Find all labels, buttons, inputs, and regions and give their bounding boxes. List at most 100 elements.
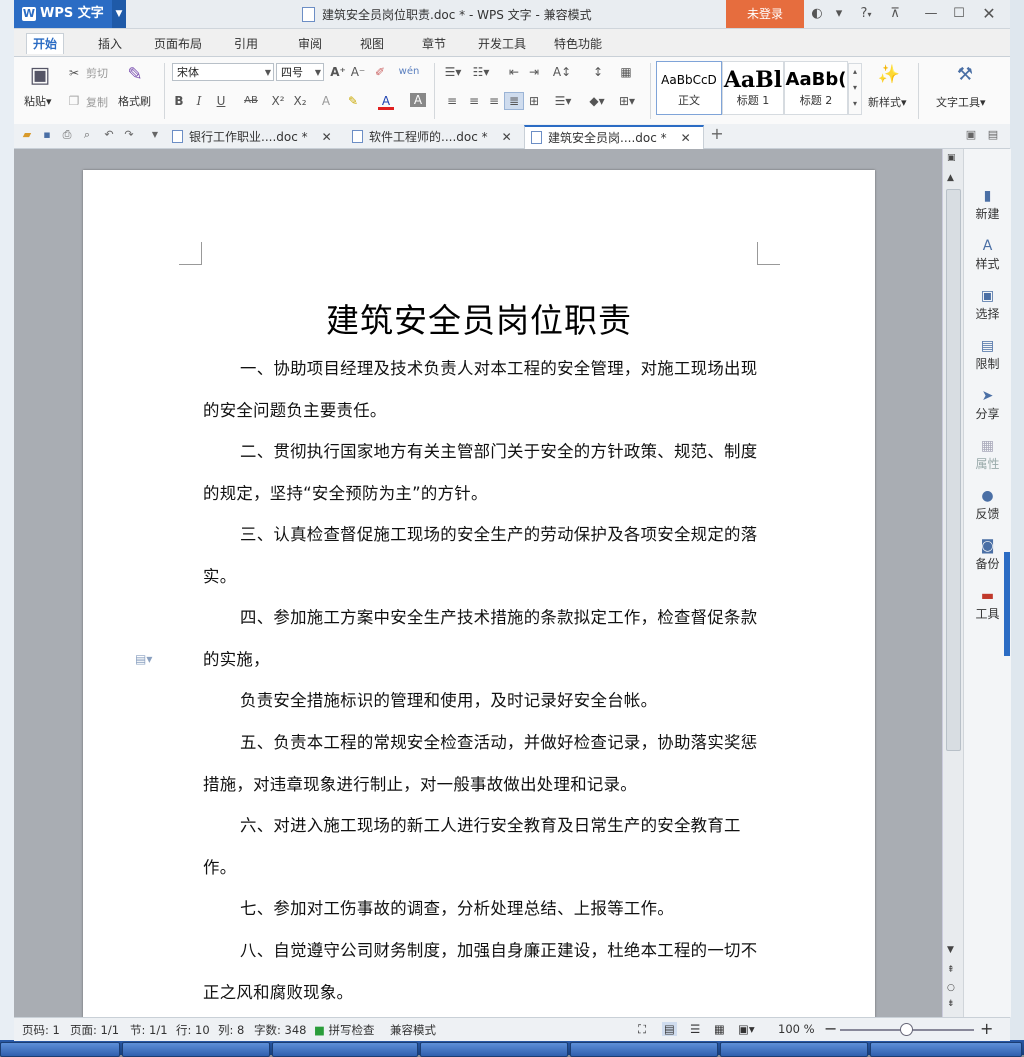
text-tools-icon[interactable]: ⚒ xyxy=(952,63,978,87)
align-center-icon[interactable]: ≡ xyxy=(466,93,482,109)
tab-list-icon[interactable]: ▣ xyxy=(964,128,978,142)
zoom-slider-handle[interactable] xyxy=(900,1023,913,1036)
tab-review[interactable]: 审阅 xyxy=(292,34,328,54)
document-page[interactable]: 建筑安全员岗位职责 一、协助项目经理及技术负责人对本工程的安全管理，对施工现场出… xyxy=(83,170,875,1030)
new-style-button[interactable]: 新样式▾ xyxy=(868,94,907,110)
sidebar-item-style[interactable]: A 样式 xyxy=(964,237,1011,272)
sidebar-item-share[interactable]: ➤ 分享 xyxy=(964,387,1011,422)
save-icon[interactable]: ▪ xyxy=(40,128,54,142)
app-menu-button[interactable]: W WPS 文字 xyxy=(14,0,124,28)
style-heading-1[interactable]: AaBl 标题 1 xyxy=(722,61,784,115)
help-button[interactable]: ?▾ xyxy=(854,4,878,24)
strikethrough-icon[interactable]: AB xyxy=(240,93,262,109)
tab-developer[interactable]: 开发工具 xyxy=(472,34,532,54)
sidebar-item-properties[interactable]: ▦ 属性 xyxy=(964,437,1011,472)
zoom-in-icon[interactable]: + xyxy=(980,1019,993,1038)
copy-icon[interactable]: ❐ xyxy=(66,93,82,109)
format-painter-button[interactable]: 格式刷 xyxy=(118,93,151,109)
scroll-up-icon[interactable]: ▲ xyxy=(947,173,954,183)
font-size-select[interactable]: 四号 ▼ xyxy=(276,63,324,81)
tab-chapter[interactable]: 章节 xyxy=(416,34,452,54)
distributed-icon[interactable]: ⊞ xyxy=(526,93,542,109)
minimize-icon[interactable]: — xyxy=(922,4,940,24)
vertical-scrollbar[interactable]: ▣ ▲ ▼ ⇞ ○ ⇟ xyxy=(942,149,963,1017)
scissors-icon[interactable]: ✂ xyxy=(66,65,82,81)
outline-view-icon[interactable]: ☰ xyxy=(690,1022,700,1036)
previous-page-icon[interactable]: ⇞ xyxy=(947,965,955,975)
decrease-indent-icon[interactable]: ⇤ xyxy=(506,64,522,80)
open-folder-icon[interactable]: ▰ xyxy=(20,128,34,142)
new-style-icon[interactable]: ✨ xyxy=(876,63,902,87)
skin-icon[interactable]: ◐ xyxy=(808,4,826,24)
next-page-icon[interactable]: ⇟ xyxy=(947,999,955,1009)
chevron-down-icon[interactable]: ▼ xyxy=(148,128,162,142)
highlight-icon[interactable]: ✎ xyxy=(344,93,362,109)
undo-icon[interactable]: ↶ xyxy=(102,128,116,142)
print-icon[interactable]: ⎙ xyxy=(60,128,74,142)
web-view-icon[interactable]: ▦ xyxy=(714,1022,725,1036)
sidebar-item-feedback[interactable]: ● 反馈 xyxy=(964,487,1011,522)
tab-special-features[interactable]: 特色功能 xyxy=(548,34,608,54)
format-painter-icon[interactable]: ✎ xyxy=(124,63,146,87)
page-view-icon[interactable]: ▤ xyxy=(662,1022,677,1036)
chevron-down-icon[interactable]: ▼ xyxy=(112,0,126,28)
italic-icon[interactable]: I xyxy=(192,93,206,109)
subscript-icon[interactable]: X₂ xyxy=(292,93,308,109)
doc-tab[interactable]: 软件工程师的....doc * ✕ xyxy=(346,126,524,148)
justify-icon[interactable]: ≣ xyxy=(504,92,524,110)
sidebar-item-restrict[interactable]: ▤ 限制 xyxy=(964,337,1011,372)
status-word-count[interactable]: 字数: 348 xyxy=(254,1022,306,1038)
login-button[interactable]: 未登录 xyxy=(726,0,804,28)
doc-tab-active[interactable]: 建筑安全员岗....doc * ✕ xyxy=(524,125,704,150)
shirt-icon[interactable]: ▾ xyxy=(830,4,848,24)
close-icon[interactable]: ✕ xyxy=(681,131,691,145)
side-panel-handle[interactable] xyxy=(1004,552,1010,656)
sidebar-item-new[interactable]: ▮ 新建 xyxy=(964,187,1011,222)
shrink-font-icon[interactable]: A⁻ xyxy=(350,64,366,80)
tab-references[interactable]: 引用 xyxy=(228,34,264,54)
redo-icon[interactable]: ↷ xyxy=(122,128,136,142)
maximize-icon[interactable]: ☐ xyxy=(950,4,968,24)
ruler-toggle-icon[interactable]: ▣ xyxy=(947,153,956,163)
close-icon[interactable]: ✕ xyxy=(502,130,512,144)
phonetic-guide-icon[interactable]: wén xyxy=(398,64,420,80)
text-tools-button[interactable]: 文字工具▾ xyxy=(936,94,986,110)
zoom-level[interactable]: 100 % xyxy=(778,1022,815,1036)
increase-indent-icon[interactable]: ⇥ xyxy=(526,64,542,80)
scroll-down-icon[interactable]: ▼ xyxy=(947,945,954,955)
print-preview-icon[interactable]: ⌕ xyxy=(80,128,94,142)
line-spacing-icon[interactable]: ☰▾ xyxy=(552,93,574,109)
close-icon[interactable]: ✕ xyxy=(322,130,332,144)
paste-icon[interactable]: ▣ xyxy=(26,63,54,89)
spellcheck-toggle[interactable]: ■ 拼写检查 xyxy=(314,1022,375,1038)
tab-home[interactable]: 开始 xyxy=(26,33,65,54)
sidebar-item-select[interactable]: ▣ 选择 xyxy=(964,287,1011,322)
fullscreen-view-icon[interactable]: ⛶ xyxy=(638,1022,646,1037)
zoom-out-icon[interactable]: − xyxy=(824,1019,837,1038)
style-heading-2[interactable]: AaBb(标题 2 xyxy=(784,61,848,115)
paragraph-marker-icon[interactable]: ▤▾ xyxy=(135,652,152,666)
table-icon[interactable]: ▦ xyxy=(618,64,634,80)
bullet-list-icon[interactable]: ☰▾ xyxy=(442,64,464,80)
select-browse-object-icon[interactable]: ○ xyxy=(947,983,955,993)
reading-mode-icon[interactable]: ▣▾ xyxy=(738,1022,755,1036)
style-gallery-scroll[interactable]: ▴ ▾ ▾ xyxy=(848,63,862,115)
copy-button[interactable]: 复制 xyxy=(86,94,108,110)
numbered-list-icon[interactable]: ☷▾ xyxy=(470,64,492,80)
tab-insert[interactable]: 插入 xyxy=(92,34,128,54)
character-shading-icon[interactable]: A xyxy=(410,93,426,107)
doc-tab[interactable]: 银行工作职业....doc * ✕ xyxy=(166,126,344,148)
text-effect-icon[interactable]: A xyxy=(318,93,334,109)
text-direction-icon[interactable]: A↕ xyxy=(550,64,574,80)
style-normal[interactable]: AaBbCcD 正文 xyxy=(656,61,722,115)
grow-font-icon[interactable]: A⁺ xyxy=(330,64,346,80)
close-icon[interactable]: ✕ xyxy=(980,4,998,24)
tab-options-icon[interactable]: ▤ xyxy=(986,128,1000,142)
tab-view[interactable]: 视图 xyxy=(354,34,390,54)
font-name-select[interactable]: 宋体 ▼ xyxy=(172,63,274,81)
borders-icon[interactable]: ⊞▾ xyxy=(616,93,638,109)
new-tab-icon[interactable]: + xyxy=(710,126,724,142)
paragraph-shading-icon[interactable]: ◆▾ xyxy=(586,93,608,109)
scrollbar-thumb[interactable] xyxy=(946,189,961,751)
cut-button[interactable]: 剪切 xyxy=(86,65,108,81)
